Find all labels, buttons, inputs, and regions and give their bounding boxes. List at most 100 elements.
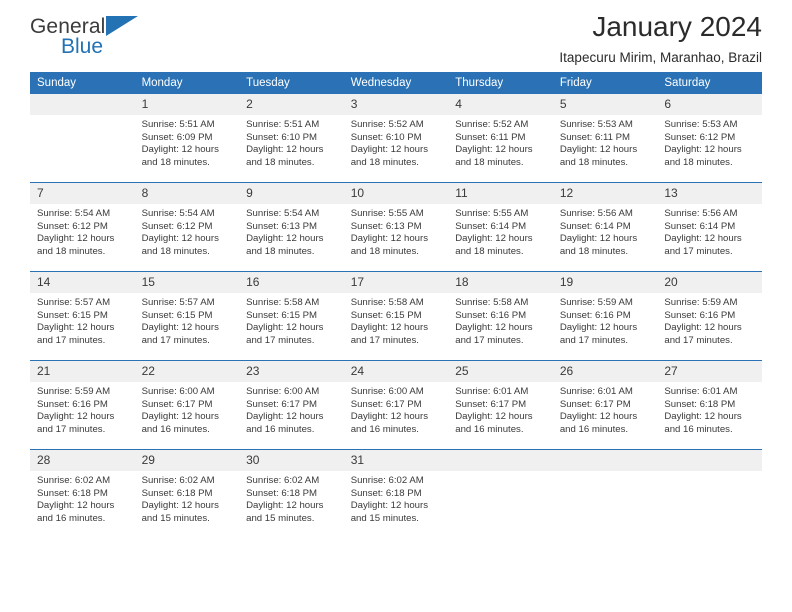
sunset-time: Sunset: 6:15 PM	[37, 309, 108, 321]
sunrise-sunset-calendar: Sunday Monday Tuesday Wednesday Thursday…	[30, 72, 762, 538]
weekday-header-saturday: Saturday	[657, 72, 762, 94]
calendar-day-cell[interactable]: 23 Sunrise: 6:00 AM Sunset: 6:17 PM Dayligh…	[239, 360, 344, 450]
calendar-day-cell[interactable]: 7 Sunrise: 5:54 AM Sunset: 6:12 PM Daylight…	[30, 182, 135, 272]
calendar-day-cell[interactable]: 5 Sunrise: 5:53 AM Sunset: 6:11 PM Daylight…	[552, 94, 658, 183]
sunset-time: Sunset: 6:17 PM	[246, 398, 318, 410]
daylight-duration: Daylight: 12 hours and 18 minutes.	[246, 144, 324, 168]
sunrise-time: Sunrise: 5:56 AM	[559, 208, 633, 219]
logo-text-blue: Blue	[61, 35, 104, 58]
day-cell-inner: 23 Sunrise: 6:00 AM Sunset: 6:17 PM Dayligh…	[239, 361, 344, 449]
daylight-duration: Daylight: 12 hours and 18 minutes.	[350, 233, 429, 257]
day-number: 25	[448, 361, 553, 382]
daylight-duration: Daylight: 12 hours and 16 minutes.	[455, 411, 533, 435]
calendar-day-cell[interactable]: 22 Sunrise: 6:00 AM Sunset: 6:17 PM Dayligh…	[134, 360, 240, 450]
sunrise-time: Sunrise: 6:01 AM	[664, 386, 738, 397]
calendar-day-cell[interactable]: 9 Sunrise: 5:54 AM Sunset: 6:13 PM Daylight…	[239, 182, 344, 272]
calendar-day-cell[interactable]: 16 Sunrise: 5:58 AM Sunset: 6:15 PM Dayligh…	[239, 271, 344, 361]
sunset-time: Sunset: 6:14 PM	[664, 220, 736, 232]
day-cell-inner: 11 Sunrise: 5:55 AM Sunset: 6:14 PM Dayligh…	[448, 183, 553, 271]
day-sun-info: Sunrise: 5:52 AM Sunset: 6:10 PM Daylight:…	[344, 115, 449, 169]
daylight-duration: Daylight: 12 hours and 15 minutes.	[350, 500, 429, 524]
sunset-time: Sunset: 6:15 PM	[141, 309, 213, 321]
day-number	[552, 450, 658, 471]
calendar-day-cell[interactable]: 27 Sunrise: 6:01 AM Sunset: 6:18 PM Dayligh…	[657, 360, 762, 450]
calendar-day-cell[interactable]: 28 Sunrise: 6:02 AM Sunset: 6:18 PM Dayligh…	[30, 449, 135, 538]
sunrise-time: Sunrise: 5:54 AM	[141, 208, 215, 219]
calendar-week-row: 7 Sunrise: 5:54 AM Sunset: 6:12 PM Daylight…	[30, 182, 762, 272]
day-cell-inner: 15 Sunrise: 5:57 AM Sunset: 6:15 PM Dayligh…	[134, 272, 240, 360]
calendar-day-cell[interactable]: 6 Sunrise: 5:53 AM Sunset: 6:12 PM Daylight…	[657, 94, 762, 183]
calendar-day-cell[interactable]: 19 Sunrise: 5:59 AM Sunset: 6:16 PM Dayligh…	[552, 271, 658, 361]
day-cell-inner: 18 Sunrise: 5:58 AM Sunset: 6:16 PM Dayligh…	[448, 272, 553, 360]
day-cell-inner: 16 Sunrise: 5:58 AM Sunset: 6:15 PM Dayligh…	[239, 272, 344, 360]
calendar-day-cell-empty	[30, 94, 135, 183]
calendar-day-cell[interactable]: 20 Sunrise: 5:59 AM Sunset: 6:16 PM Dayligh…	[657, 271, 762, 361]
sunrise-time: Sunrise: 5:58 AM	[455, 297, 529, 308]
sunset-time: Sunset: 6:13 PM	[246, 220, 318, 232]
day-cell-inner: 27 Sunrise: 6:01 AM Sunset: 6:18 PM Dayligh…	[657, 361, 762, 449]
calendar-day-cell[interactable]: 11 Sunrise: 5:55 AM Sunset: 6:14 PM Dayligh…	[448, 182, 553, 272]
day-sun-info: Sunrise: 5:57 AM Sunset: 6:15 PM Daylight:…	[135, 293, 240, 347]
daylight-duration: Daylight: 12 hours and 17 minutes.	[559, 322, 638, 346]
sunrise-time: Sunrise: 5:51 AM	[141, 119, 215, 130]
weekday-header-sunday: Sunday	[30, 72, 135, 94]
sunrise-time: Sunrise: 5:59 AM	[559, 297, 633, 308]
day-sun-info: Sunrise: 5:53 AM Sunset: 6:11 PM Daylight:…	[553, 115, 658, 169]
calendar-day-cell[interactable]: 12 Sunrise: 5:56 AM Sunset: 6:14 PM Dayligh…	[552, 182, 658, 272]
day-cell-inner: 4 Sunrise: 5:52 AM Sunset: 6:11 PM Daylight…	[448, 94, 553, 182]
calendar-day-cell[interactable]: 17 Sunrise: 5:58 AM Sunset: 6:15 PM Dayligh…	[343, 271, 449, 361]
day-cell-inner: 22 Sunrise: 6:00 AM Sunset: 6:17 PM Dayligh…	[134, 361, 240, 449]
day-sun-info: Sunrise: 5:51 AM Sunset: 6:09 PM Daylight:…	[135, 115, 240, 169]
day-sun-info: Sunrise: 6:00 AM Sunset: 6:17 PM Daylight:…	[135, 382, 240, 436]
sunset-time: Sunset: 6:15 PM	[350, 309, 422, 321]
daylight-duration: Daylight: 12 hours and 17 minutes.	[664, 322, 742, 346]
calendar-day-cell[interactable]: 2 Sunrise: 5:51 AM Sunset: 6:10 PM Daylight…	[239, 94, 344, 183]
sunrise-time: Sunrise: 6:00 AM	[141, 386, 215, 397]
sunset-time: Sunset: 6:18 PM	[246, 487, 318, 499]
day-number: 21	[30, 361, 135, 382]
daylight-duration: Daylight: 12 hours and 16 minutes.	[664, 411, 742, 435]
calendar-day-cell[interactable]: 14 Sunrise: 5:57 AM Sunset: 6:15 PM Dayligh…	[30, 271, 135, 361]
sunrise-time: Sunrise: 5:57 AM	[141, 297, 215, 308]
sunrise-time: Sunrise: 5:59 AM	[37, 386, 111, 397]
sunset-time: Sunset: 6:17 PM	[141, 398, 213, 410]
day-cell-inner: 13 Sunrise: 5:56 AM Sunset: 6:14 PM Dayligh…	[657, 183, 762, 271]
calendar-day-cell[interactable]: 1 Sunrise: 5:51 AM Sunset: 6:09 PM Daylight…	[134, 94, 240, 183]
calendar-day-cell[interactable]: 21 Sunrise: 5:59 AM Sunset: 6:16 PM Dayligh…	[30, 360, 135, 450]
general-blue-logo[interactable]: General Blue	[30, 16, 180, 64]
calendar-day-cell[interactable]: 29 Sunrise: 6:02 AM Sunset: 6:18 PM Dayligh…	[134, 449, 240, 538]
calendar-day-cell[interactable]: 26 Sunrise: 6:01 AM Sunset: 6:17 PM Dayligh…	[552, 360, 658, 450]
day-cell-inner: 19 Sunrise: 5:59 AM Sunset: 6:16 PM Dayligh…	[552, 272, 658, 360]
day-sun-info: Sunrise: 5:54 AM Sunset: 6:12 PM Daylight:…	[30, 204, 135, 258]
calendar-day-cell[interactable]: 24 Sunrise: 6:00 AM Sunset: 6:17 PM Dayligh…	[343, 360, 449, 450]
day-cell-inner: 1 Sunrise: 5:51 AM Sunset: 6:09 PM Daylight…	[134, 94, 240, 182]
calendar-day-cell[interactable]: 25 Sunrise: 6:01 AM Sunset: 6:17 PM Dayligh…	[448, 360, 553, 450]
calendar-day-cell[interactable]: 4 Sunrise: 5:52 AM Sunset: 6:11 PM Daylight…	[448, 94, 553, 183]
day-number: 2	[239, 94, 344, 115]
calendar-day-cell[interactable]: 31 Sunrise: 6:02 AM Sunset: 6:18 PM Dayligh…	[343, 449, 449, 538]
calendar-day-cell[interactable]: 10 Sunrise: 5:55 AM Sunset: 6:13 PM Dayligh…	[343, 182, 449, 272]
calendar-day-cell[interactable]: 13 Sunrise: 5:56 AM Sunset: 6:14 PM Dayligh…	[657, 182, 762, 272]
day-cell-inner	[448, 450, 553, 538]
day-sun-info: Sunrise: 6:01 AM Sunset: 6:17 PM Daylight:…	[448, 382, 553, 436]
sunset-time: Sunset: 6:18 PM	[141, 487, 213, 499]
sunset-time: Sunset: 6:17 PM	[350, 398, 422, 410]
daylight-duration: Daylight: 12 hours and 18 minutes.	[455, 144, 533, 168]
sunset-time: Sunset: 6:11 PM	[455, 131, 526, 143]
calendar-day-cell[interactable]: 15 Sunrise: 5:57 AM Sunset: 6:15 PM Dayligh…	[134, 271, 240, 361]
day-number: 28	[30, 450, 135, 471]
sunset-time: Sunset: 6:12 PM	[37, 220, 108, 232]
calendar-day-cell[interactable]: 3 Sunrise: 5:52 AM Sunset: 6:10 PM Daylight…	[343, 94, 449, 183]
sunset-time: Sunset: 6:18 PM	[664, 398, 736, 410]
sunrise-time: Sunrise: 5:52 AM	[350, 119, 424, 130]
daylight-duration: Daylight: 12 hours and 17 minutes.	[455, 322, 533, 346]
calendar-day-cell[interactable]: 30 Sunrise: 6:02 AM Sunset: 6:18 PM Dayligh…	[239, 449, 344, 538]
sunset-time: Sunset: 6:14 PM	[455, 220, 527, 232]
day-sun-info: Sunrise: 5:54 AM Sunset: 6:13 PM Daylight:…	[239, 204, 344, 258]
calendar-day-cell[interactable]: 18 Sunrise: 5:58 AM Sunset: 6:16 PM Dayligh…	[448, 271, 553, 361]
calendar-day-cell[interactable]: 8 Sunrise: 5:54 AM Sunset: 6:12 PM Daylight…	[134, 182, 240, 272]
day-cell-inner: 9 Sunrise: 5:54 AM Sunset: 6:13 PM Daylight…	[239, 183, 344, 271]
day-sun-info: Sunrise: 6:02 AM Sunset: 6:18 PM Daylight:…	[344, 471, 449, 525]
day-number	[30, 94, 135, 115]
day-number: 1	[134, 94, 240, 115]
